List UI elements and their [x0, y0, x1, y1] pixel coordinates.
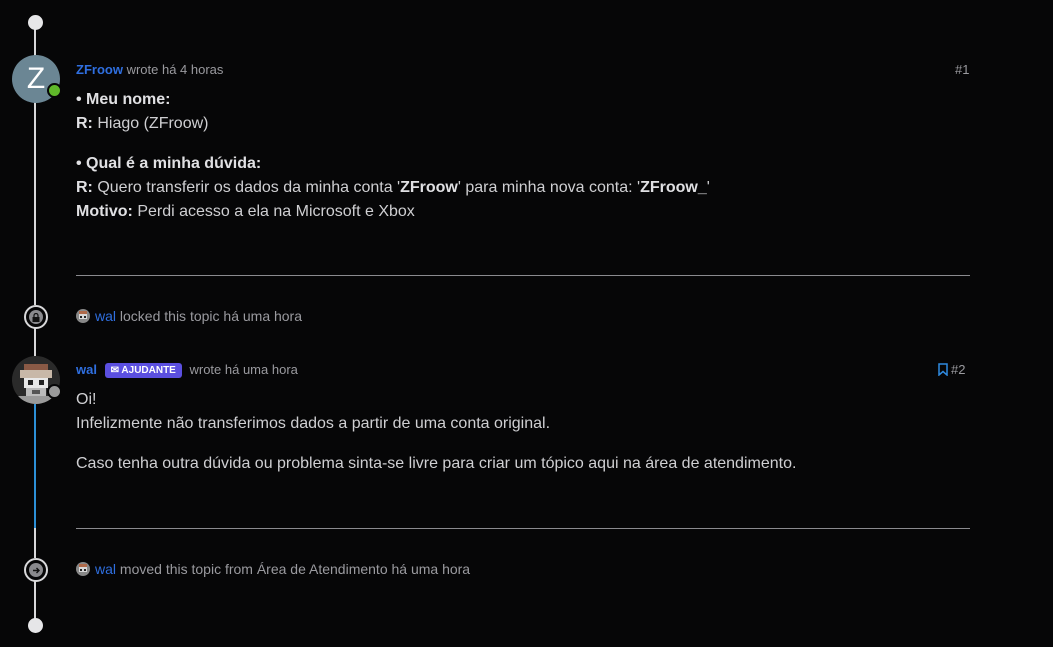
- online-status-icon: [47, 83, 62, 98]
- avatar-letter: Z: [26, 62, 46, 95]
- motivo-text: Perdi acesso a ela na Microsoft e Xbox: [132, 203, 415, 220]
- post-line: Infelizmente não transferimos dados a pa…: [76, 415, 551, 432]
- post-time[interactable]: wrote há 4 horas: [127, 62, 224, 77]
- post-number[interactable]: #1: [955, 62, 969, 77]
- arrow-right-icon: [29, 563, 43, 577]
- answer-text: ': [706, 179, 710, 196]
- timeline-line-lower: [34, 528, 36, 558]
- post-line: Oi!: [76, 391, 97, 408]
- answer-text: Hiago (ZFroow): [92, 115, 209, 132]
- post-meta: wal ✉ AJUDANTE wrote há uma hora: [76, 362, 298, 378]
- avatar[interactable]: [76, 562, 90, 576]
- post-body: Oi! Infelizmente não transferimos dados …: [76, 388, 796, 476]
- post-author-link[interactable]: wal: [76, 362, 97, 377]
- answer-label: R:: [76, 179, 93, 196]
- post-divider: [76, 275, 970, 276]
- post-time[interactable]: wrote há uma hora: [189, 362, 297, 377]
- timeline-line-active: [34, 400, 36, 528]
- post-body: • Meu nome: R: Hiago (ZFroow) • Qual é a…: [76, 88, 710, 224]
- account-name: ZFroow_: [640, 179, 707, 196]
- helper-badge[interactable]: ✉ AJUDANTE: [104, 363, 182, 378]
- answer-text: ' para minha nova conta: ': [457, 179, 641, 196]
- move-event: wal moved this topic from Área de Atendi…: [76, 561, 470, 577]
- lock-event-marker: [24, 305, 48, 329]
- event-author-link[interactable]: wal: [95, 561, 116, 577]
- timeline-start-dot: [28, 15, 43, 30]
- avatar[interactable]: [76, 309, 90, 323]
- post-divider: [76, 528, 970, 529]
- question-label: • Qual é a minha dúvida:: [76, 155, 262, 172]
- post-author-link[interactable]: ZFroow: [76, 62, 123, 77]
- lock-icon: [29, 310, 43, 324]
- event-text: locked this topic há uma hora: [119, 308, 303, 324]
- question-label: • Meu nome:: [76, 91, 171, 108]
- account-name: ZFroow: [400, 179, 458, 196]
- mail-icon: ✉: [110, 365, 119, 376]
- motivo-label: Motivo:: [76, 203, 133, 220]
- answer-text: Quero transferir os dados da minha conta…: [92, 179, 401, 196]
- timeline-end-dot: [28, 618, 43, 633]
- bookmark-icon[interactable]: [938, 363, 948, 379]
- post-number-group: #2: [938, 362, 965, 379]
- answer-label: R:: [76, 115, 93, 132]
- post-line: Caso tenha outra dúvida ou problema sint…: [76, 455, 797, 472]
- post-meta: ZFroow wrote há 4 horas: [76, 62, 223, 77]
- move-event-marker: [24, 558, 48, 582]
- event-text: moved this topic from Área de Atendiment…: [119, 561, 471, 577]
- lock-event: wal locked this topic há uma hora: [76, 308, 302, 324]
- badge-label: AJUDANTE: [121, 365, 176, 376]
- event-author-link[interactable]: wal: [95, 308, 116, 324]
- timeline-line-mid: [34, 327, 36, 357]
- post-number[interactable]: #2: [951, 362, 965, 377]
- offline-status-icon: [47, 384, 62, 399]
